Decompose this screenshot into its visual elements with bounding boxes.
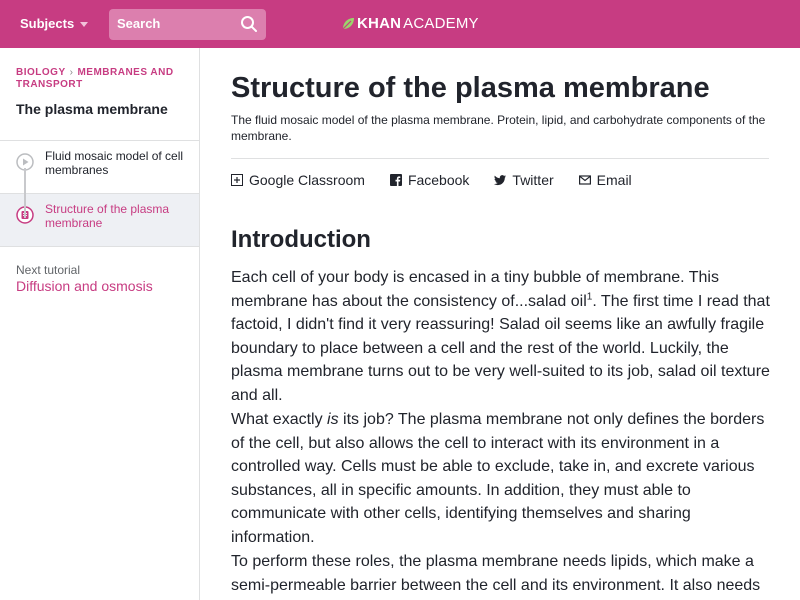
twitter-label: Twitter	[512, 172, 554, 188]
section-heading-introduction: Introduction	[231, 226, 371, 253]
paragraph-2: What exactly is its job? The plasma memb…	[231, 408, 771, 549]
search-input[interactable]	[117, 16, 237, 31]
sidebar-item-structure[interactable]: Structure of the plasma membrane	[0, 194, 199, 247]
tutorial-sidebar: Biology › Membranes and transport The plas…	[0, 48, 200, 600]
paragraph-2-text-b: its job? The plasma membrane not only de…	[231, 411, 765, 546]
top-navigation-bar: Subjects KHANACADEMY	[0, 0, 800, 48]
next-tutorial-label: Next tutorial	[16, 263, 81, 277]
search-icon[interactable]	[240, 15, 258, 33]
paragraph-2-text-a: What exactly	[231, 411, 328, 428]
breadcrumb: Biology › Membranes and transport	[16, 67, 186, 91]
page-title: Structure of the plasma membrane	[231, 72, 710, 104]
subjects-menu-button[interactable]: Subjects	[20, 16, 89, 31]
paragraph-3: To perform these roles, the plasma membr…	[231, 553, 761, 594]
sidebar-item-fluid-mosaic[interactable]: Fluid mosaic model of cell membranes	[0, 141, 199, 194]
leaf-icon	[342, 18, 354, 30]
logo-text-academy: ACADEMY	[403, 15, 479, 32]
facebook-icon	[389, 174, 402, 186]
breadcrumb-item-biology[interactable]: Biology	[16, 67, 66, 78]
khan-academy-logo[interactable]: KHAN ACADEMY	[342, 15, 479, 32]
google-classroom-share-button[interactable]: Google Classroom	[231, 172, 365, 188]
facebook-label: Facebook	[407, 172, 470, 188]
chevron-down-icon	[80, 22, 89, 27]
twitter-icon	[494, 175, 507, 186]
tutorial-item-list: Fluid mosaic model of cell membranes Str…	[0, 140, 199, 247]
email-share-button[interactable]: Email	[578, 172, 632, 188]
progress-rail	[24, 168, 26, 218]
share-bar: Google Classroom Facebook Twitter Email	[231, 172, 657, 188]
paragraph-2-emphasis: is	[327, 411, 339, 428]
divider	[231, 158, 769, 159]
paragraph-1: Each cell of your body is encased in a t…	[231, 266, 771, 407]
next-tutorial-link[interactable]: Diffusion and osmosis	[16, 278, 153, 294]
chevron-right-icon: ›	[69, 67, 74, 78]
logo-text-khan: KHAN	[357, 15, 402, 32]
google-classroom-icon	[231, 174, 243, 186]
search-box	[109, 9, 266, 40]
sidebar-item-label: Fluid mosaic model of cell membranes	[45, 149, 184, 177]
page-description: The fluid mosaic model of the plasma mem…	[231, 113, 766, 143]
facebook-share-button[interactable]: Facebook	[389, 172, 470, 188]
twitter-share-button[interactable]: Twitter	[494, 172, 554, 188]
subjects-label: Subjects	[20, 16, 75, 31]
tutorial-title: The plasma membrane	[16, 101, 168, 117]
email-icon	[578, 175, 591, 185]
email-label: Email	[596, 172, 632, 188]
google-classroom-label: Google Classroom	[249, 172, 365, 188]
sidebar-item-label: Structure of the plasma membrane	[45, 202, 170, 230]
